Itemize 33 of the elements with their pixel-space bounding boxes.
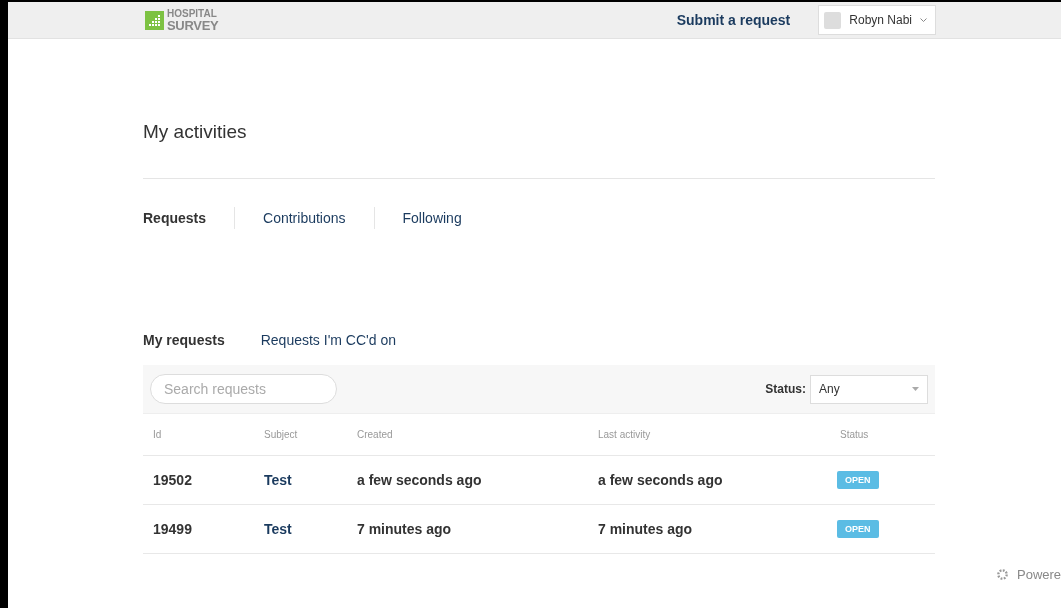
logo-icon — [145, 10, 164, 30]
subject-link[interactable]: Test — [264, 521, 357, 537]
status-badge: OPEN — [837, 471, 879, 489]
chevron-icon — [920, 17, 927, 23]
table-cell-text: 7 minutes ago — [598, 521, 694, 537]
column-header: Last activity — [598, 429, 652, 440]
powered-by-text[interactable]: Powere — [1017, 567, 1061, 582]
table-cell-text: a few seconds ago — [357, 472, 483, 488]
table-cell-text: a few seconds ago — [598, 472, 724, 488]
page-title: My activities — [143, 39, 935, 179]
subject-link[interactable]: Test — [264, 472, 357, 488]
activity-tab[interactable]: Contributions — [234, 207, 374, 229]
column-header: Id — [153, 429, 163, 440]
activity-tab[interactable]: Following — [373, 207, 490, 229]
table-cell-text: 19499 — [153, 521, 193, 537]
request-tab[interactable]: Requests I'm CC'd on — [260, 332, 396, 348]
submit-request-link[interactable]: Submit a request — [676, 12, 791, 28]
table-cell-text: 19502 — [153, 472, 193, 488]
status-badge: OPEN — [837, 520, 879, 538]
request-tab[interactable]: My requests — [143, 332, 225, 348]
status-label: Status: — [765, 382, 806, 396]
status-dropdown[interactable]: Any — [810, 374, 928, 404]
gear-icon — [996, 568, 1009, 581]
search-field[interactable]: Search requests — [150, 374, 337, 404]
user-menu[interactable]: Robyn Nabi — [818, 5, 936, 35]
activity-tab[interactable]: Requests — [143, 207, 235, 229]
column-header: Created — [357, 429, 394, 440]
column-header: Status — [840, 429, 870, 440]
avatar-icon — [824, 11, 842, 29]
column-header: Subject — [264, 429, 299, 440]
caret-icon — [912, 387, 919, 391]
table-cell-text: 7 minutes ago — [357, 521, 453, 537]
logo-text: HOSPITAL SURVEY — [167, 8, 219, 32]
